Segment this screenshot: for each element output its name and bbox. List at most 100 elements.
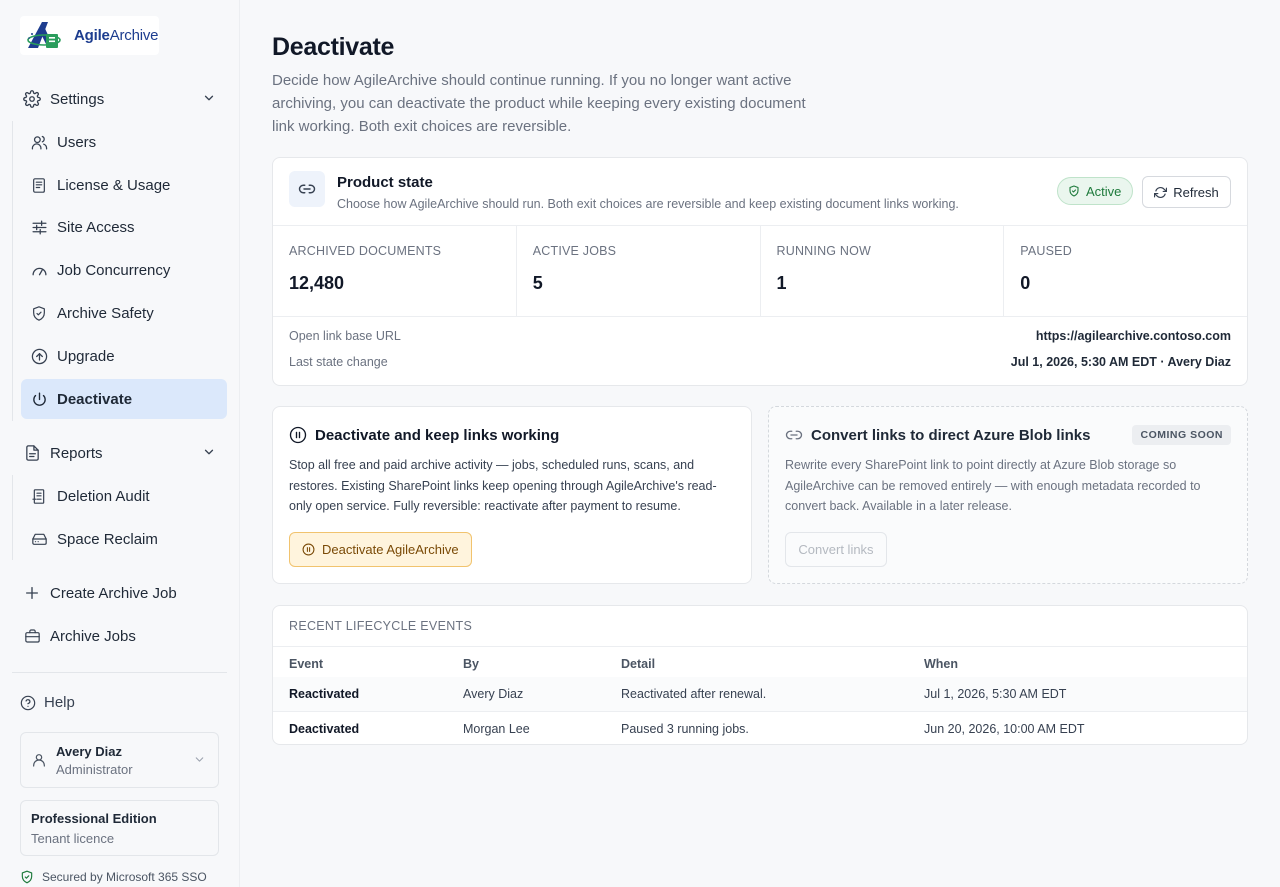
user-role: Administrator bbox=[56, 761, 133, 777]
logo-text: AgileArchive bbox=[74, 27, 159, 44]
nav-section-reports[interactable]: Reports bbox=[14, 435, 228, 471]
by-cell: Avery Diaz bbox=[463, 676, 621, 712]
detail-cell: Reactivated after renewal. bbox=[621, 676, 924, 712]
gear-icon bbox=[22, 89, 42, 109]
receipt-icon bbox=[30, 487, 48, 505]
column-header: Event bbox=[273, 646, 463, 677]
plus-icon bbox=[22, 583, 42, 603]
stat-label: ARCHIVED DOCUMENTS bbox=[289, 244, 442, 258]
logo[interactable]: AgileArchive bbox=[20, 16, 159, 55]
drive-icon bbox=[30, 530, 48, 548]
users-icon bbox=[30, 133, 48, 151]
sidebar-item-space-reclaim[interactable]: Space Reclaim bbox=[21, 519, 227, 559]
convert-option-body: Rewrite every SharePoint link to point d… bbox=[785, 458, 1201, 513]
meta-open-link-url: Open link base URL https://agilearchive.… bbox=[289, 329, 1231, 349]
sidebar-item-deletion-audit[interactable]: Deletion Audit bbox=[21, 476, 227, 516]
shield-check-icon bbox=[20, 870, 34, 884]
sidebar-item-label: Upgrade bbox=[57, 347, 115, 365]
sidebar-item-archive-safety[interactable]: Archive Safety bbox=[21, 293, 227, 333]
sidebar: AgileArchive Settings Users License & Us… bbox=[0, 0, 240, 887]
detail-cell: Paused 3 running jobs. bbox=[621, 711, 924, 747]
convert-option-title: Convert links to direct Azure Blob links bbox=[785, 426, 1091, 444]
sidebar-divider bbox=[12, 672, 227, 673]
stat-archived-documents: ARCHIVED DOCUMENTS 12,480 bbox=[273, 226, 517, 316]
sidebar-item-site-access[interactable]: Site Access bbox=[21, 207, 227, 247]
stat-value: 12,480 bbox=[289, 273, 345, 293]
status-badge-label: Active bbox=[1086, 183, 1122, 199]
meta-value[interactable]: https://agilearchive.contoso.com bbox=[1036, 329, 1231, 349]
stat-label: PAUSED bbox=[1020, 244, 1072, 258]
meta-key: Open link base URL bbox=[289, 329, 401, 343]
event-cell: Reactivated bbox=[273, 676, 463, 712]
product-state-header: Product state Choose how AgileArchive sh… bbox=[273, 158, 1247, 226]
chevron-down-icon bbox=[195, 757, 204, 762]
deactivate-option-card: Deactivate and keep links working Stop a… bbox=[272, 406, 752, 584]
chevron-down-icon bbox=[204, 449, 214, 455]
sidebar-item-license-usage[interactable]: License & Usage bbox=[21, 165, 227, 205]
lifecycle-events-card: RECENT LIFECYCLE EVENTS Event By Detail … bbox=[272, 605, 1248, 747]
convert-links-button[interactable]: Convert links bbox=[785, 532, 887, 567]
product-state-subtitle: Choose how AgileArchive should run. Both… bbox=[337, 197, 959, 211]
help-label: Help bbox=[44, 694, 75, 711]
table-row: Reactivated Avery Diaz Reactivated after… bbox=[273, 676, 1247, 712]
meta-last-state-change: Last state change Jul 1, 2026, 5:30 AM E… bbox=[289, 355, 1231, 375]
when-cell: Jun 20, 2026, 10:00 AM EDT bbox=[924, 711, 1247, 747]
logo-mark-icon bbox=[27, 21, 61, 48]
sidebar-item-label: Deletion Audit bbox=[57, 487, 150, 505]
by-cell: Morgan Lee bbox=[463, 711, 621, 747]
link-icon bbox=[785, 426, 803, 444]
column-header: Detail bbox=[621, 646, 924, 677]
nav-section-label: Settings bbox=[50, 90, 105, 108]
sidebar-item-label: Archive Jobs bbox=[50, 627, 136, 645]
sidebar-item-label: Space Reclaim bbox=[57, 530, 158, 548]
refresh-button[interactable]: Refresh bbox=[1142, 176, 1231, 208]
sidebar-item-label: License & Usage bbox=[57, 176, 171, 194]
sidebar-item-label: Users bbox=[57, 133, 97, 151]
pause-circle-icon bbox=[289, 426, 307, 444]
deactivate-button[interactable]: Deactivate AgileArchive bbox=[289, 532, 472, 567]
sidebar-item-deactivate[interactable]: Deactivate bbox=[21, 379, 227, 419]
help-link[interactable]: Help bbox=[20, 694, 75, 711]
events-table: Event By Detail When Reactivated Avery D… bbox=[273, 646, 1247, 747]
page-description: Decide how AgileArchive should continue … bbox=[272, 72, 806, 135]
sidebar-item-create-archive-job[interactable]: Create Archive Job bbox=[14, 575, 228, 611]
user-name: Avery Diaz bbox=[56, 743, 122, 759]
meta-key: Last state change bbox=[289, 355, 388, 369]
when-cell: Jul 1, 2026, 5:30 AM EDT bbox=[924, 676, 1247, 712]
gauge-icon bbox=[30, 261, 48, 279]
sidebar-item-archive-jobs[interactable]: Archive Jobs bbox=[14, 618, 228, 654]
coming-soon-badge: COMING SOON bbox=[1132, 425, 1231, 445]
sidebar-item-job-concurrency[interactable]: Job Concurrency bbox=[21, 250, 227, 290]
sidebar-item-label: Deactivate bbox=[57, 390, 133, 408]
stat-label: ACTIVE JOBS bbox=[532, 244, 617, 258]
event-cell: Deactivated bbox=[273, 711, 463, 747]
column-header: When bbox=[924, 646, 1247, 677]
stat-active-jobs: ACTIVE JOBS 5 bbox=[517, 226, 761, 316]
edition-title: Professional Edition bbox=[31, 811, 157, 826]
sidebar-item-label: Archive Safety bbox=[57, 304, 154, 322]
sidebar-item-upgrade[interactable]: Upgrade bbox=[21, 336, 227, 376]
column-header: By bbox=[463, 646, 621, 677]
user-icon bbox=[31, 752, 47, 768]
shield-check-icon bbox=[1068, 185, 1080, 197]
pause-circle-icon bbox=[302, 543, 315, 556]
refresh-icon bbox=[1154, 186, 1168, 199]
stat-label: RUNNING NOW bbox=[776, 244, 872, 258]
status-badge: Active bbox=[1057, 177, 1134, 205]
deactivate-button-label: Deactivate AgileArchive bbox=[322, 542, 459, 557]
sidebar-item-users[interactable]: Users bbox=[21, 122, 227, 162]
edition-card: Professional Edition Tenant licence bbox=[20, 800, 219, 856]
stat-value: 5 bbox=[532, 273, 543, 293]
refresh-label: Refresh bbox=[1173, 184, 1219, 200]
help-icon bbox=[20, 695, 36, 711]
stat-running-now: RUNNING NOW 1 bbox=[761, 226, 1005, 316]
nav-section-settings[interactable]: Settings bbox=[14, 81, 228, 117]
report-icon bbox=[22, 443, 42, 463]
product-state-card: Product state Choose how AgileArchive sh… bbox=[272, 157, 1248, 386]
sliders-icon bbox=[30, 218, 48, 236]
stat-paused: PAUSED 0 bbox=[1004, 226, 1247, 316]
link-icon bbox=[289, 171, 325, 207]
sidebar-item-label: Create Archive Job bbox=[50, 584, 177, 602]
user-menu[interactable]: Avery Diaz Administrator bbox=[20, 732, 219, 788]
meta-value: Jul 1, 2026, 5:30 AM EDT · Avery Diaz bbox=[1010, 355, 1231, 369]
